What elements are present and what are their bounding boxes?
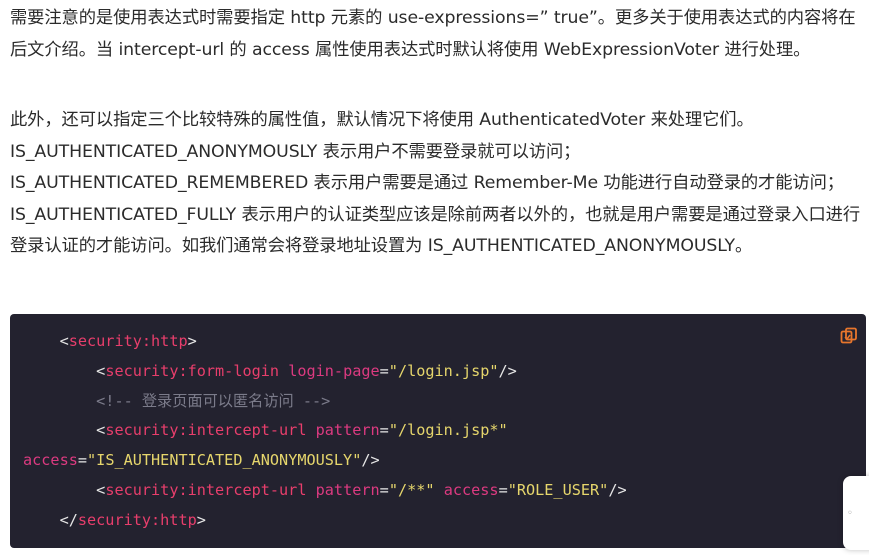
paragraph-authenticated-voter: 此外，还可以指定三个比较特殊的属性值，默认情况下将使用 Authenticate… xyxy=(10,110,861,257)
code-string: "/login.jsp*" xyxy=(388,421,508,440)
code-lines: <security:http> <security:form-login log… xyxy=(23,327,627,536)
code-string: "ROLE_USER" xyxy=(507,480,609,499)
code-tag: security:http xyxy=(77,510,197,529)
copy-button[interactable] xyxy=(840,326,858,344)
code-block: <security:http> <security:form-login log… xyxy=(10,314,866,548)
code-attr: login-page xyxy=(288,361,380,380)
code-string: "/login.jsp" xyxy=(388,361,499,380)
side-widget-icon: ◦ xyxy=(847,508,853,519)
code-tag: security:intercept-url xyxy=(105,421,307,440)
code-line: <security:http> xyxy=(59,332,197,350)
code-string: "IS_AUTHENTICATED_ANONYMOUSLY" xyxy=(87,451,362,470)
code-attr: access xyxy=(23,451,78,470)
code-tag: security:http xyxy=(68,332,188,350)
code-line: access="IS_AUTHENTICATED_ANONYMOUSLY"/> xyxy=(23,451,380,470)
code-tag: security:intercept-url xyxy=(105,480,307,499)
side-widget-tab[interactable]: ◦ xyxy=(843,476,869,550)
code-tag: security:form-login xyxy=(105,361,280,380)
code-comment: <!-- 登录页面可以匿名访问 --> xyxy=(96,391,331,410)
code-attr: pattern xyxy=(315,421,380,440)
code-line: </security:http> xyxy=(59,510,206,529)
code-attr: pattern xyxy=(315,480,380,499)
code-line: <security:intercept-url pattern="/login.… xyxy=(96,421,508,440)
code-attr: access xyxy=(443,480,499,499)
code-line: <security:form-login login-page="/login.… xyxy=(96,361,517,380)
code-line: <security:intercept-url pattern="/**" ac… xyxy=(96,480,627,499)
code-line: <!-- 登录页面可以匿名访问 --> xyxy=(23,387,627,417)
paragraph-expressions: 需要注意的是使用表达式时需要指定 http 元素的 use-expression… xyxy=(10,8,856,60)
copy-icon xyxy=(840,327,857,344)
code-string: "/**" xyxy=(388,480,435,499)
